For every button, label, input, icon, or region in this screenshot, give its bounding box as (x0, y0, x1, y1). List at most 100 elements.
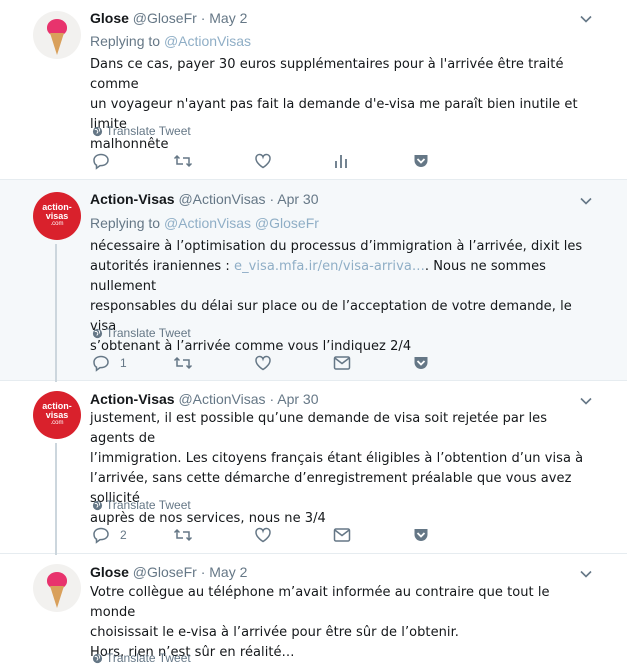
retweet-button[interactable] (173, 526, 193, 544)
ice-cream-cone-icon (50, 586, 64, 608)
tweet-date[interactable]: Apr 30 (277, 391, 318, 407)
like-button[interactable] (254, 152, 272, 170)
globe-icon (92, 500, 103, 511)
conversation-timeline: Glose @GloseFr · May 2 Replying to @Acti… (0, 0, 627, 668)
separator-dot: · (200, 10, 206, 26)
avatar-logo-text: visas (45, 410, 69, 420)
retweet-button[interactable] (173, 152, 193, 170)
like-icon (255, 153, 271, 169)
reply-icon (93, 153, 109, 170)
pocket-icon (414, 357, 428, 369)
avatar[interactable] (33, 564, 81, 612)
separator-dot: · (200, 564, 206, 580)
pocket-button[interactable] (413, 526, 429, 544)
chevron-down-icon[interactable] (579, 12, 593, 26)
tweet-text-line: justement, il est possible qu’une demand… (90, 411, 548, 446)
translate-tweet-link[interactable]: Translate Tweet (92, 651, 191, 665)
pocket-button[interactable] (413, 152, 429, 170)
display-name[interactable]: Glose (90, 10, 129, 26)
tweet-date[interactable]: Apr 30 (277, 191, 318, 207)
analytics-icon (335, 155, 347, 168)
user-handle[interactable]: @ActionVisas (178, 191, 265, 207)
pocket-icon (414, 529, 428, 541)
avatar[interactable] (33, 11, 81, 59)
like-icon (255, 527, 271, 543)
avatar[interactable]: action- visas .com (33, 192, 81, 240)
avatar-logo-text: visas (45, 211, 69, 221)
tweet-text-line: Votre collègue au téléphone m’avait info… (90, 585, 550, 620)
thread-connector (55, 443, 57, 555)
reply-icon (93, 355, 109, 372)
tweet-glose-2[interactable]: Glose @GloseFr · May 2 Votre collègue au… (0, 554, 627, 668)
tweet-text-line: nécessaire à l’optimisation du processus… (90, 239, 583, 254)
tweet-action-visas-1[interactable]: action- visas .com Action-Visas @ActionV… (0, 180, 627, 382)
reply-button[interactable]: 1 (92, 354, 127, 372)
reply-mention-link[interactable]: @ActionVisas @GloseFr (164, 215, 319, 231)
avatar[interactable]: action- visas .com (33, 391, 81, 439)
tweet-text-line: choisissait le e-visa à l’arrivée pour ê… (90, 625, 459, 640)
tweet-text-line: l’immigration. Les citoyens français éta… (90, 451, 584, 466)
reply-count: 1 (120, 356, 127, 370)
globe-icon (92, 328, 103, 339)
mail-icon (333, 528, 351, 542)
reply-icon (93, 527, 109, 544)
tweet-action-visas-2[interactable]: action- visas .com Action-Visas @ActionV… (0, 381, 627, 555)
reply-button[interactable]: 2 (92, 526, 127, 544)
user-handle[interactable]: @GloseFr (133, 10, 197, 26)
like-icon (255, 355, 271, 371)
tweet-header: Action-Visas @ActionVisas · Apr 30 (90, 190, 318, 208)
chevron-down-icon[interactable] (579, 567, 593, 581)
replying-to-label: Replying to (90, 215, 161, 231)
tweet-text-line: autorités iraniennes : e_visa.mfa.ir/en/… (90, 257, 590, 297)
replying-to: Replying to @ActionVisas (90, 32, 251, 50)
like-button[interactable] (254, 526, 272, 544)
user-handle[interactable]: @ActionVisas (178, 391, 265, 407)
url-link[interactable]: e_visa.mfa.ir/en/visa-arriva… (234, 259, 425, 274)
tweet-date[interactable]: May 2 (209, 564, 247, 580)
globe-icon (92, 126, 103, 137)
translate-label: Translate Tweet (106, 326, 191, 340)
analytics-button[interactable] (334, 152, 348, 170)
translate-label: Translate Tweet (106, 124, 191, 138)
retweet-icon (173, 154, 193, 168)
translate-tweet-link[interactable]: Translate Tweet (92, 124, 191, 138)
direct-message-button[interactable] (333, 354, 351, 372)
avatar-logo-text: .com (50, 420, 64, 426)
tweet-text: Dans ce cas, payer 30 euros supplémentai… (90, 55, 590, 155)
user-handle[interactable]: @GloseFr (133, 564, 197, 580)
separator-dot: · (269, 191, 275, 207)
direct-message-button[interactable] (333, 526, 351, 544)
pocket-button[interactable] (413, 354, 429, 372)
retweet-button[interactable] (173, 354, 193, 372)
tweet-glose-1[interactable]: Glose @GloseFr · May 2 Replying to @Acti… (0, 0, 627, 180)
thread-connector (55, 244, 57, 382)
tweet-text-line: Dans ce cas, payer 30 euros supplémentai… (90, 57, 564, 92)
display-name[interactable]: Action-Visas (90, 191, 175, 207)
reply-mention-link[interactable]: @ActionVisas (164, 33, 251, 49)
globe-icon (92, 653, 103, 664)
replying-to-label: Replying to (90, 33, 161, 49)
tweet-date[interactable]: May 2 (209, 10, 247, 26)
tweet-header: Action-Visas @ActionVisas · Apr 30 (90, 390, 318, 408)
translate-tweet-link[interactable]: Translate Tweet (92, 326, 191, 340)
translate-tweet-link[interactable]: Translate Tweet (92, 498, 191, 512)
chevron-down-icon[interactable] (579, 394, 593, 408)
mail-icon (333, 356, 351, 370)
pocket-icon (414, 155, 428, 167)
translate-label: Translate Tweet (106, 651, 191, 665)
ice-cream-cone-icon (50, 33, 64, 55)
reply-button[interactable] (92, 152, 110, 170)
display-name[interactable]: Glose (90, 564, 129, 580)
replying-to: Replying to @ActionVisas @GloseFr (90, 214, 319, 232)
tweet-header: Glose @GloseFr · May 2 (90, 9, 247, 27)
tweet-header: Glose @GloseFr · May 2 (90, 563, 247, 581)
tweet-text-segment: autorités iraniennes : (90, 259, 235, 274)
translate-label: Translate Tweet (106, 498, 191, 512)
avatar-logo-text: .com (50, 221, 64, 227)
chevron-down-icon[interactable] (579, 194, 593, 208)
like-button[interactable] (254, 354, 272, 372)
reply-count: 2 (120, 528, 127, 542)
display-name[interactable]: Action-Visas (90, 391, 175, 407)
retweet-icon (173, 528, 193, 542)
retweet-icon (173, 356, 193, 370)
